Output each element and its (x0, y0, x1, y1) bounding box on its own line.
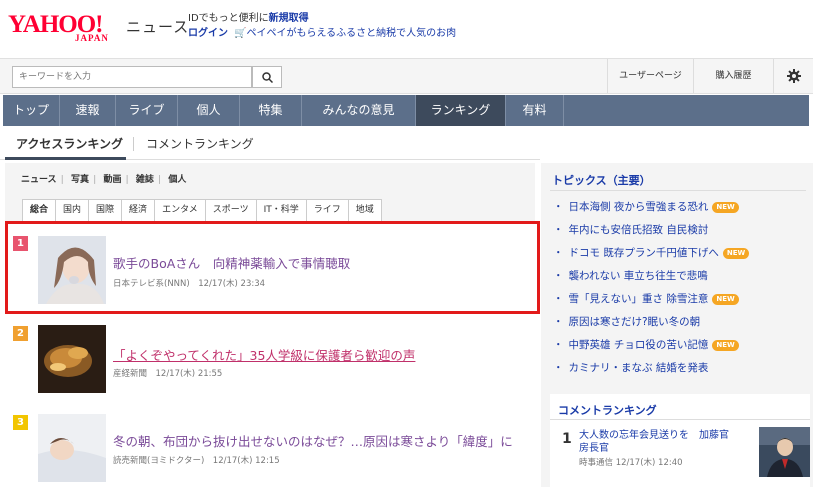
rank-badge: 2 (13, 326, 28, 341)
tab-divider (133, 137, 134, 151)
comment-article-thumbnail[interactable] (759, 427, 810, 477)
category-tabs: 総合 国内 国際 経済 エンタメ スポーツ IT・科学 ライフ 地域 (22, 199, 382, 221)
nav-item-opinions[interactable]: みんなの意見 (302, 95, 416, 126)
topic-item[interactable]: ・中野英雄 チョロ役の苦い記憶 NEW (553, 337, 739, 352)
topic-item[interactable]: ・カミナリ・まなぶ 結婚を発表 (553, 360, 708, 375)
signup-link[interactable]: 新規取得 (269, 13, 309, 24)
section-title[interactable]: ニュース (126, 16, 189, 37)
tab-access-ranking[interactable]: アクセスランキング (16, 135, 123, 152)
topic-item[interactable]: ・雪「見えない」重さ 除雪注意 NEW (553, 291, 739, 306)
category-tab-international[interactable]: 国際 (88, 199, 123, 221)
topic-item[interactable]: ・年内にも安倍氏招致 自民検討 (553, 222, 708, 237)
promo-area: IDでもっと便利に新規取得 ログイン 🛒ペイペイがもらえるふるさと納税で人気のお肉 (188, 11, 456, 41)
category-panel: ニュース | 写真 | 動画 | 雑誌 | 個人 総合 国内 国際 経済 エンタメ スポ… (5, 163, 535, 223)
yahoo-logo-sub: JAPAN (75, 33, 109, 43)
article-title[interactable]: 冬の朝、布団から抜け出せないのはなぜ？…原因は寒さより「緯度」に (113, 431, 513, 450)
gear-icon (786, 69, 801, 83)
nav-item-top[interactable]: トップ (3, 95, 60, 126)
media-link-video[interactable]: 動画 (103, 175, 121, 185)
comment-ranking-heading[interactable]: コメントランキング (558, 402, 657, 418)
ranking-subtabs: アクセスランキング コメントランキング (0, 128, 540, 160)
divider (550, 190, 806, 191)
tab-comment-ranking[interactable]: コメントランキング (146, 135, 254, 152)
main-nav: トップ 速報 ライブ 個人 特集 みんなの意見 ランキング 有料 (3, 95, 809, 126)
comment-rank-number: 1 (562, 431, 572, 447)
comment-ranking-box: コメントランキング 1 大人数の忘年会見送りを 加藤官房長官 時事通信 12/1… (550, 394, 810, 487)
cart-icon: 🛒 (234, 28, 247, 39)
article-meta: 日本テレビ系(NNN) 12/17(木) 23:34 (113, 279, 266, 289)
ranking-item-3[interactable]: 3 冬の朝、布団から抜け出せないのはなぜ？…原因は寒さより「緯度」に 読売新聞(… (5, 411, 540, 487)
article-thumbnail[interactable] (38, 236, 106, 304)
article-thumbnail[interactable] (38, 325, 106, 393)
nav-item-ranking[interactable]: ランキング (416, 95, 506, 126)
new-badge: NEW (712, 293, 739, 305)
rank-badge: 3 (13, 415, 28, 430)
category-tab-economy[interactable]: 経済 (121, 199, 156, 221)
topics-heading[interactable]: トピックス（主要） (552, 172, 651, 188)
promo-text: IDでもっと便利に (188, 13, 269, 24)
nav-item-paid[interactable]: 有料 (506, 95, 564, 126)
article-title[interactable]: 歌手のBoAさん 向精神薬輸入で事情聴取 (113, 253, 350, 272)
comment-article-title[interactable]: 大人数の忘年会見送りを 加藤官房長官 (579, 429, 729, 455)
article-meta: 読売新聞(ヨミドクター) 12/17(木) 12:15 (113, 456, 280, 466)
settings-button[interactable] (773, 59, 813, 93)
comment-article-meta: 時事通信 12/17(木) 12:40 (579, 458, 683, 468)
category-tab-entertainment[interactable]: エンタメ (154, 199, 206, 221)
ranking-item-1[interactable]: 1 歌手のBoAさん 向精神薬輸入で事情聴取 日本テレビ系(NNN) 12/17… (5, 221, 540, 314)
category-tab-life[interactable]: ライフ (305, 199, 349, 221)
nav-item-features[interactable]: 特集 (240, 95, 302, 126)
active-tab-indicator (5, 157, 126, 160)
new-badge: NEW (712, 201, 739, 213)
category-tab-domestic[interactable]: 国内 (55, 199, 90, 221)
search-input[interactable] (12, 66, 252, 88)
purchase-history-link[interactable]: 購入履歴 (693, 59, 773, 93)
topic-item[interactable]: ・ドコモ 既存プラン千円値下げへ NEW (553, 245, 750, 260)
user-page-link[interactable]: ユーザーページ (607, 59, 693, 93)
category-tab-sports[interactable]: スポーツ (204, 199, 257, 221)
category-tab-it-science[interactable]: IT・科学 (255, 199, 307, 221)
article-thumbnail[interactable] (38, 414, 106, 482)
promo-link[interactable]: ペイペイがもらえるふるさと納税で人気のお肉 (246, 28, 456, 39)
article-meta: 産経新聞 12/17(木) 21:55 (113, 369, 223, 379)
nav-item-breaking[interactable]: 速報 (60, 95, 116, 126)
media-link-individual[interactable]: 個人 (168, 175, 186, 185)
nav-item-individual[interactable]: 個人 (178, 95, 240, 126)
media-link-news[interactable]: ニュース (21, 175, 57, 185)
ranking-item-2[interactable]: 2 「よくぞやってくれた」35人学級に保護者ら歓迎の声 産経新聞 12/17(木… (5, 320, 540, 413)
topic-item[interactable]: ・日本海側 夜から雪強まる恐れ NEW (553, 199, 739, 214)
media-type-links: ニュース | 写真 | 動画 | 雑誌 | 個人 (21, 175, 187, 185)
divider (550, 419, 810, 420)
page-header: YAHOO! JAPAN ニュース IDでもっと便利に新規取得 ログイン 🛒ペイペ… (0, 0, 813, 56)
topics-sidebar: トピックス（主要） ・日本海側 夜から雪強まる恐れ NEW ・年内にも安倍氏招致 … (541, 163, 813, 487)
login-link[interactable]: ログイン (188, 28, 228, 39)
category-tab-all[interactable]: 総合 (22, 199, 57, 221)
category-tab-local[interactable]: 地域 (347, 199, 382, 221)
search-button[interactable] (252, 66, 282, 88)
media-link-magazine[interactable]: 雑誌 (136, 175, 154, 185)
search-icon (262, 72, 273, 83)
new-badge: NEW (722, 247, 750, 259)
topic-item[interactable]: ・原因は寒さだけ?眠い冬の朝 (553, 314, 700, 329)
new-badge: NEW (712, 339, 739, 351)
search-bar: ユーザーページ 購入履歴 (0, 58, 813, 94)
media-link-photo[interactable]: 写真 (71, 175, 89, 185)
nav-item-live[interactable]: ライブ (116, 95, 178, 126)
topic-item[interactable]: ・襲われない 車立ち往生で悲鳴 (553, 268, 708, 283)
article-title[interactable]: 「よくぞやってくれた」35人学級に保護者ら歓迎の声 (113, 345, 415, 364)
rank-badge: 1 (13, 236, 28, 251)
